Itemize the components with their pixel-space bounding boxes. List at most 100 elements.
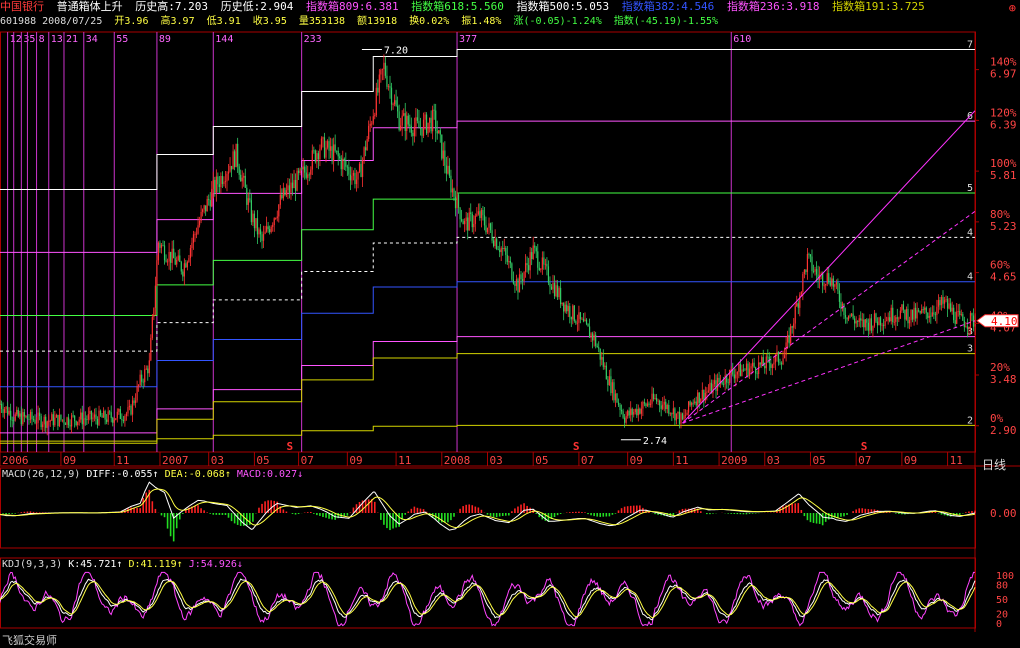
candle-body xyxy=(750,366,751,368)
macd-bar xyxy=(846,513,848,515)
candle-body xyxy=(28,419,29,420)
candle-body xyxy=(475,216,476,224)
box-618: 指数箱618:5.560 xyxy=(411,0,504,13)
menu-icon[interactable]: ⊕ xyxy=(1009,1,1016,15)
pct-tick: 140% xyxy=(990,56,1017,69)
chart-canvas[interactable]: 123581321345589144233377610 76544332 7.2… xyxy=(0,30,1020,632)
candle-body xyxy=(508,261,509,262)
macd-bar xyxy=(313,513,315,514)
candle-body xyxy=(581,319,582,320)
candle-body xyxy=(796,303,797,306)
candle-body xyxy=(388,86,389,87)
box-500: 指数箱500:5.053 xyxy=(516,0,609,13)
date-label: 07 xyxy=(858,454,871,467)
macd-bar xyxy=(575,512,577,513)
candle-body xyxy=(133,400,134,403)
candle-body xyxy=(808,254,809,255)
candle-body xyxy=(350,175,351,181)
candle-body xyxy=(266,226,267,231)
candle-body xyxy=(169,252,170,262)
candle-body xyxy=(426,115,427,134)
candle-body xyxy=(173,249,174,258)
macd-bar xyxy=(578,512,580,513)
candle-body xyxy=(178,255,179,259)
candle-body xyxy=(59,415,60,426)
macd-bar xyxy=(14,513,16,514)
candle-body xyxy=(365,147,366,150)
candle-body xyxy=(342,159,343,169)
candle-body xyxy=(834,284,835,286)
candle-body xyxy=(603,357,604,367)
macd-bar xyxy=(404,513,406,515)
candle-body xyxy=(56,415,57,418)
candle-body xyxy=(301,169,302,170)
macd-bar xyxy=(194,506,196,513)
candle-body xyxy=(731,369,732,370)
candle-body xyxy=(82,413,83,425)
candle-body xyxy=(367,139,368,150)
candle-body xyxy=(385,63,386,76)
candle-body xyxy=(959,311,960,315)
candle-body xyxy=(423,120,424,136)
candle-body xyxy=(836,282,837,284)
macd-bar xyxy=(468,504,470,513)
candle-body xyxy=(452,189,453,193)
candle-body xyxy=(632,409,633,415)
indicator-name[interactable]: 普通箱体上升 xyxy=(57,0,123,13)
date-label: 2007 xyxy=(162,454,189,467)
macd-bar xyxy=(475,507,477,513)
macd-bar xyxy=(0,513,1,514)
candle-body xyxy=(231,166,232,169)
pct-tick: 100% xyxy=(990,157,1017,170)
trend-line xyxy=(683,321,976,423)
candle-body xyxy=(542,257,543,269)
candle-body xyxy=(865,319,866,327)
macd-bar xyxy=(386,513,388,528)
index-change: 指数(-45.19)-1.55% xyxy=(614,16,718,27)
macd-bar xyxy=(868,509,870,513)
candle-body xyxy=(242,178,243,182)
macd-bar xyxy=(898,513,900,514)
candle-body xyxy=(272,225,273,227)
candle-body xyxy=(921,309,922,313)
candle-body xyxy=(434,110,435,111)
macd-bar xyxy=(453,513,455,517)
candle-body xyxy=(610,376,611,393)
candle-body xyxy=(950,303,951,311)
macd-bar xyxy=(286,512,288,513)
candle-body xyxy=(286,190,287,195)
candle-body xyxy=(612,382,613,393)
macd-bar xyxy=(822,513,824,525)
stock-name[interactable]: 中国银行 xyxy=(0,0,44,13)
candle-body xyxy=(907,309,908,323)
macd-bar xyxy=(810,513,812,522)
candle-body xyxy=(886,321,887,322)
candle-body xyxy=(904,310,905,320)
candle-body xyxy=(437,131,438,133)
candle-body xyxy=(853,314,854,319)
candle-body xyxy=(863,320,864,328)
candle-body xyxy=(906,309,907,320)
candle-body xyxy=(881,325,882,326)
candle-body xyxy=(149,360,150,373)
macd-bar xyxy=(609,513,611,516)
macd-bar xyxy=(347,513,349,516)
candle-body xyxy=(696,402,697,406)
candle-body xyxy=(260,229,261,234)
candle-body xyxy=(123,420,124,421)
period-label[interactable]: 日线 xyxy=(982,456,1006,473)
candle-body xyxy=(298,171,299,173)
candle-body xyxy=(248,198,249,205)
candle-body xyxy=(111,412,112,418)
candle-body xyxy=(715,380,716,391)
candle-body xyxy=(894,322,895,323)
candle-body xyxy=(50,421,51,422)
candle-body xyxy=(368,126,369,139)
candle-body xyxy=(414,127,415,136)
candle-body xyxy=(616,394,617,403)
date-label: 09 xyxy=(63,454,76,467)
candle-body xyxy=(397,106,398,112)
candle-body xyxy=(568,306,569,311)
candle-body xyxy=(577,323,578,324)
macd-bar xyxy=(730,513,732,514)
